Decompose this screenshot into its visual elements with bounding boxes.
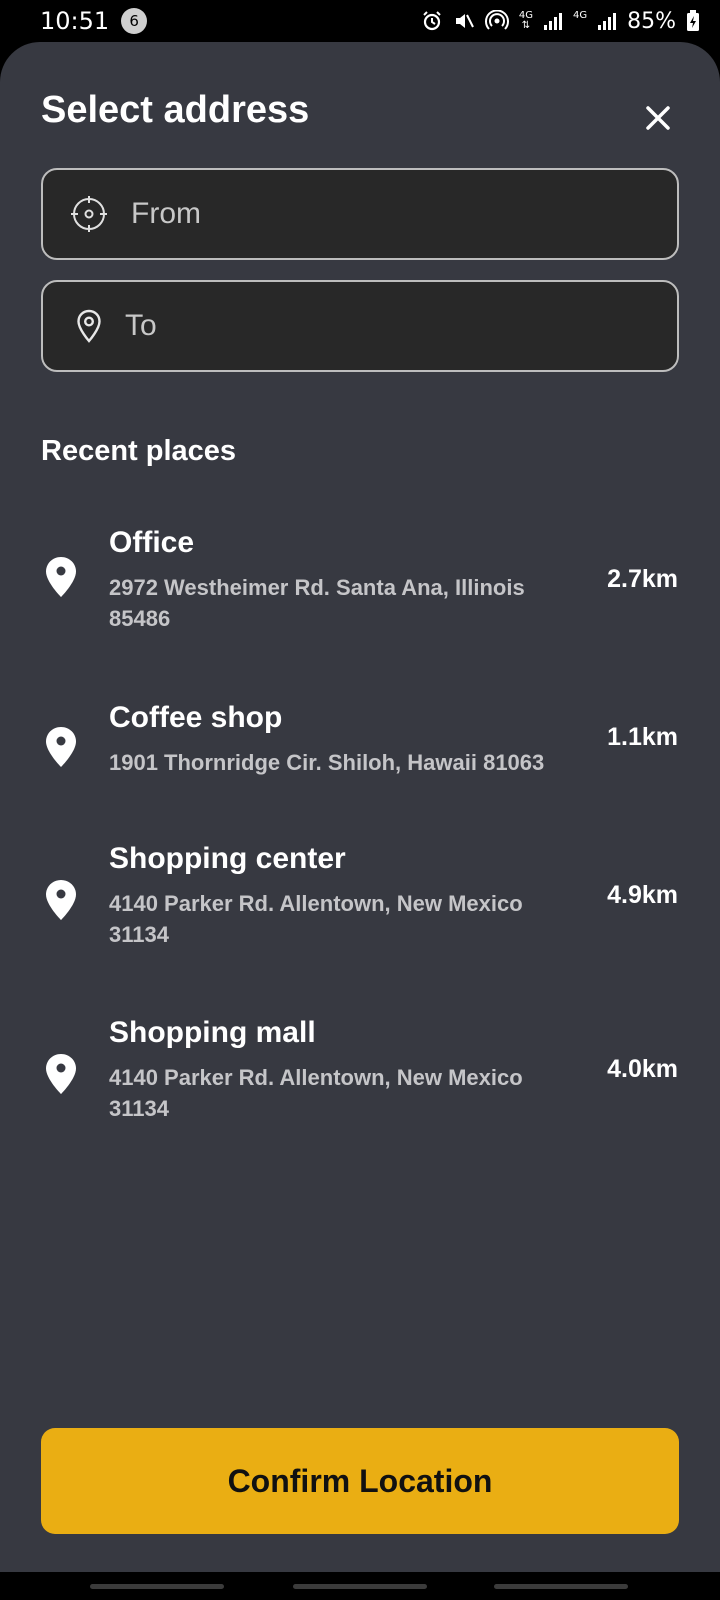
place-name: Shopping center (109, 842, 346, 875)
network-type-2: 4G (573, 11, 587, 31)
place-name: Office (109, 526, 195, 559)
status-bar: 10:51 6 4G ⇅ 4G 85% (0, 0, 720, 42)
place-address: 2972 Westheimer Rd. Santa Ana, Illinois … (109, 575, 525, 631)
notification-count-badge: 6 (121, 8, 148, 34)
from-input[interactable]: From (41, 168, 679, 260)
status-time: 10:51 (40, 7, 110, 35)
location-pin-outline-icon (69, 306, 109, 346)
place-distance: 1.1km (607, 723, 678, 751)
select-address-sheet: Select address From To Recent places Off… (0, 42, 720, 1572)
crosshair-icon (69, 194, 109, 234)
place-distance: 4.9km (607, 881, 678, 909)
nav-handle[interactable] (494, 1584, 628, 1589)
page-title: Select address (41, 89, 310, 131)
data-arrows-icon: ⇅ (521, 20, 531, 31)
network-type-1: 4G ⇅ (519, 11, 533, 31)
place-address: 4140 Parker Rd. Allentown, New Mexico 31… (109, 891, 523, 947)
alarm-icon (423, 11, 441, 31)
location-pin-icon (46, 557, 76, 597)
place-address: 4140 Parker Rd. Allentown, New Mexico 31… (109, 1065, 523, 1121)
recent-place-item[interactable]: Shopping center 4140 Parker Rd. Allentow… (0, 842, 720, 952)
place-address: 1901 Thornridge Cir. Shiloh, Hawaii 8106… (109, 750, 545, 775)
location-pin-icon (46, 727, 76, 767)
battery-charging-icon (687, 10, 699, 31)
to-input[interactable]: To (41, 280, 679, 372)
location-pin-icon (46, 880, 76, 920)
gesture-nav-bar (0, 1572, 720, 1600)
close-icon (646, 106, 670, 130)
recent-place-item[interactable]: Office 2972 Westheimer Rd. Santa Ana, Il… (0, 526, 720, 636)
place-distance: 4.0km (607, 1055, 678, 1083)
signal-icon (543, 13, 562, 30)
mute-icon (455, 14, 474, 28)
place-distance: 2.7km (607, 565, 678, 593)
place-name: Shopping mall (109, 1016, 316, 1049)
place-name: Coffee shop (109, 701, 283, 734)
battery-percent: 85% (627, 8, 676, 34)
status-left: 10:51 6 (40, 7, 148, 35)
location-pin-icon (46, 1054, 76, 1094)
status-right: 4G ⇅ 4G 85% (421, 9, 700, 34)
nav-handle[interactable] (293, 1584, 427, 1589)
hotspot-icon (484, 10, 509, 30)
close-button[interactable] (636, 96, 680, 140)
recent-places-heading: Recent places (41, 435, 237, 467)
recent-place-item[interactable]: Shopping mall 4140 Parker Rd. Allentown,… (0, 1016, 720, 1126)
confirm-location-button[interactable]: Confirm Location (41, 1428, 679, 1534)
signal-2-icon (598, 13, 617, 30)
nav-handle[interactable] (90, 1584, 224, 1589)
to-placeholder: To (125, 309, 157, 342)
from-placeholder: From (131, 197, 201, 230)
recent-place-item[interactable]: Coffee shop 1901 Thornridge Cir. Shiloh,… (0, 701, 720, 781)
